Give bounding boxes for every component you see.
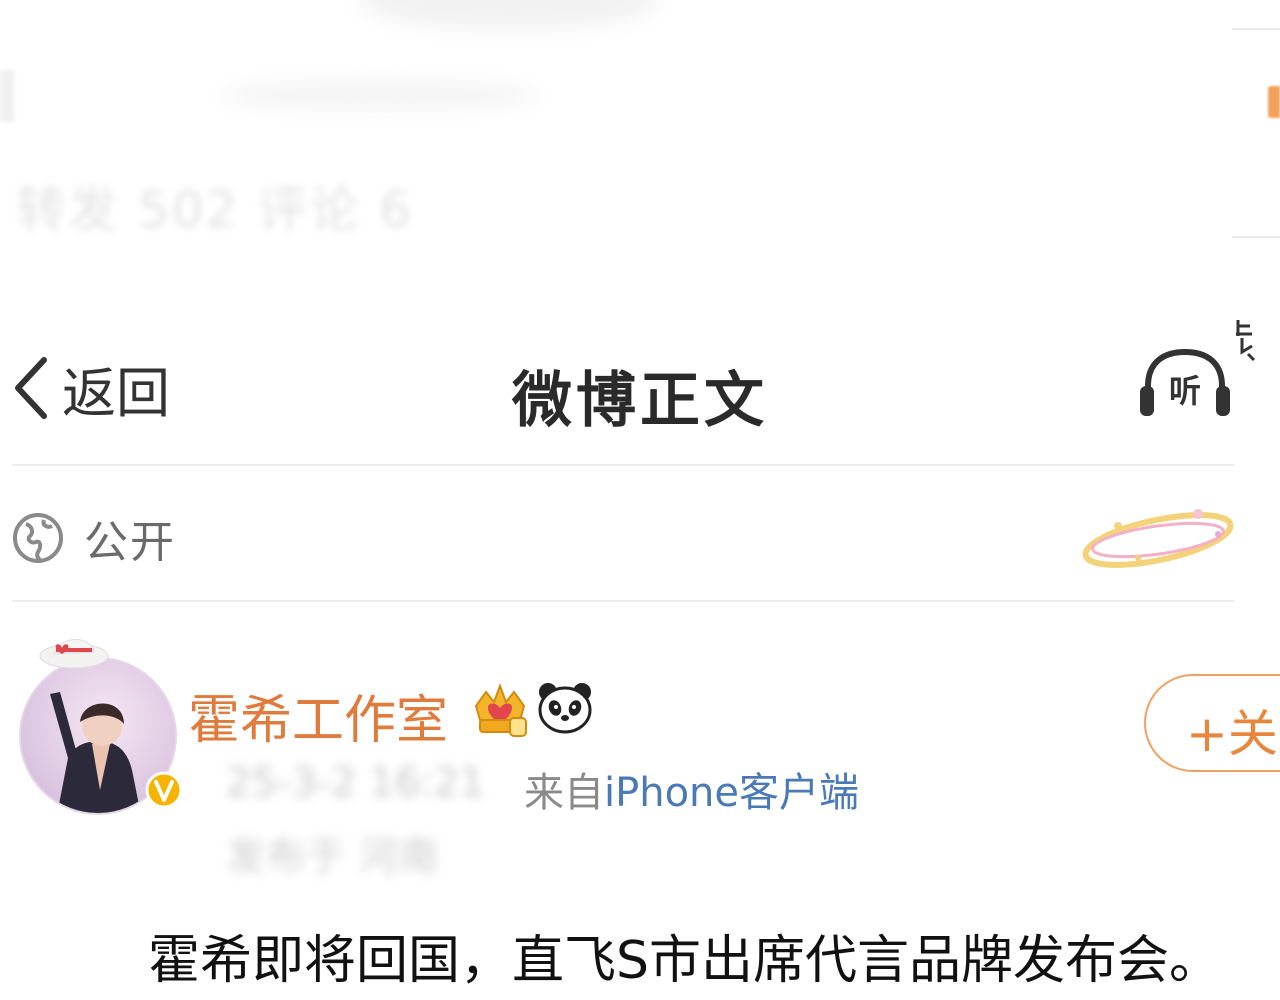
divider	[12, 464, 1234, 466]
page-title: 微博正文	[512, 366, 768, 436]
follow-button[interactable]: +关注	[1144, 674, 1280, 772]
story-caption: 霍希即将回国，直飞S市出席代言品牌发布会。	[148, 931, 1222, 991]
faded-divider	[1232, 236, 1280, 238]
avatar[interactable]	[16, 630, 184, 820]
sparkle-ring-decoration	[1082, 509, 1234, 568]
chevron-left-icon	[15, 357, 47, 419]
faded-orange-mark	[1268, 86, 1280, 118]
post-time: 25-3-2 16:21	[226, 760, 485, 806]
follow-label: +关注	[1186, 705, 1280, 763]
hat-decoration	[39, 639, 109, 669]
listen-label: 听	[1168, 372, 1201, 410]
faded-shape	[0, 70, 14, 122]
faded-divider	[1232, 28, 1280, 30]
back-label: 返回	[62, 361, 170, 425]
faded-shape	[220, 80, 540, 110]
source-device-link[interactable]: iPhone客户端	[604, 770, 859, 816]
faded-shape	[360, 0, 660, 30]
panda-icon	[538, 683, 592, 734]
crown-badge-icon	[474, 683, 527, 737]
back-button[interactable]: 返回	[10, 352, 170, 425]
verified-v-icon	[145, 771, 183, 809]
cropped-edge-glyph	[1236, 320, 1256, 362]
listen-button[interactable]: 听	[1138, 346, 1232, 420]
source-prefix: 来自	[524, 770, 604, 816]
divider	[12, 600, 1234, 602]
visibility-label: 公开	[84, 517, 176, 568]
globe-icon	[13, 513, 63, 563]
visibility-row: 公开	[12, 506, 176, 570]
author-name[interactable]: 霍希工作室	[188, 678, 448, 753]
faded-background-screen: 转发 502 评论 6	[0, 0, 1280, 320]
post-location: 发布于 河南	[226, 834, 439, 880]
faded-repost-comment-text: 转发 502 评论 6	[16, 181, 413, 239]
post-source: 来自iPhone客户端	[524, 760, 859, 818]
